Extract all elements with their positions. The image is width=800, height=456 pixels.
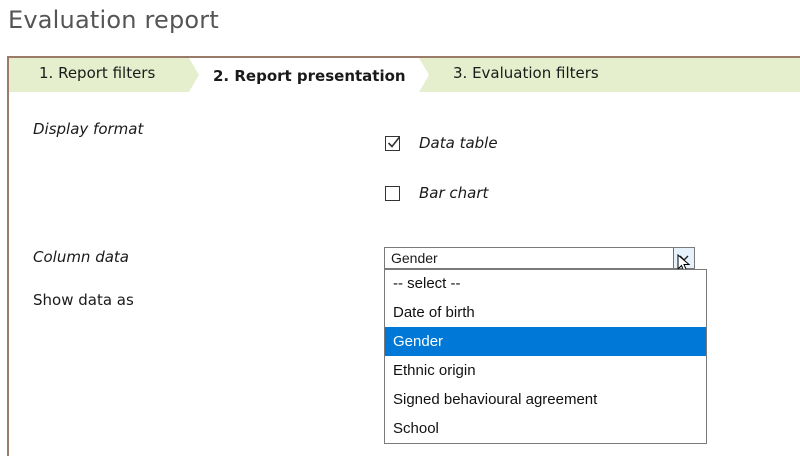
column-data-label: Column data xyxy=(33,248,129,266)
data-table-checkbox[interactable] xyxy=(385,135,401,151)
wizard-tabs: 1. Report filters 2. Report presentation… xyxy=(9,58,800,92)
check-icon xyxy=(387,136,401,148)
dropdown-option[interactable]: Date of birth xyxy=(385,298,706,327)
data-table-label: Data table xyxy=(419,134,498,152)
bar-chart-checkbox[interactable] xyxy=(385,185,400,201)
show-data-as-label: Show data as xyxy=(33,291,134,309)
tab-evaluation-filters[interactable]: 3. Evaluation filters xyxy=(453,58,599,92)
display-format-label: Display format xyxy=(33,120,144,138)
dropdown-option[interactable]: -- select -- xyxy=(385,270,706,298)
column-data-dropdown-list[interactable]: -- select -- Date of birth Gender Ethnic… xyxy=(384,269,707,444)
data-table-option[interactable]: Data table xyxy=(385,134,498,152)
page-title: Evaluation report xyxy=(8,6,219,34)
tab-report-filters[interactable]: 1. Report filters xyxy=(39,58,155,92)
tab-report-presentation[interactable]: 2. Report presentation xyxy=(213,58,406,92)
dropdown-option[interactable]: Signed behavioural agreement xyxy=(385,385,706,414)
dropdown-option[interactable]: Ethnic origin xyxy=(385,356,706,385)
bar-chart-option[interactable]: Bar chart xyxy=(385,184,488,202)
bar-chart-label: Bar chart xyxy=(419,184,489,202)
select-current-value: Gender xyxy=(391,250,438,266)
column-data-select[interactable]: Gender xyxy=(384,247,695,269)
dropdown-option-highlighted[interactable]: Gender xyxy=(385,327,706,356)
